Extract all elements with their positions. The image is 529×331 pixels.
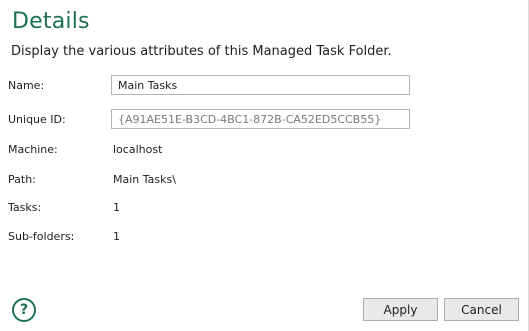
subfolders-label: Sub-folders: xyxy=(8,230,75,243)
name-label: Name: xyxy=(8,79,45,92)
help-icon[interactable]: ? xyxy=(12,298,36,322)
unique-id-label: Unique ID: xyxy=(8,113,66,126)
path-value: Main Tasks\ xyxy=(113,173,176,186)
machine-value: localhost xyxy=(113,143,163,156)
tasks-label: Tasks: xyxy=(8,201,42,214)
page-title: Details xyxy=(12,9,90,34)
tasks-value: 1 xyxy=(113,201,120,214)
machine-label: Machine: xyxy=(8,143,58,156)
unique-id-field[interactable] xyxy=(111,109,410,129)
apply-button[interactable]: Apply xyxy=(363,298,438,321)
page-subtitle: Display the various attributes of this M… xyxy=(11,44,392,59)
path-label: Path: xyxy=(8,173,36,186)
name-field[interactable] xyxy=(111,75,410,95)
cancel-button[interactable]: Cancel xyxy=(444,298,519,321)
subfolders-value: 1 xyxy=(113,230,120,243)
